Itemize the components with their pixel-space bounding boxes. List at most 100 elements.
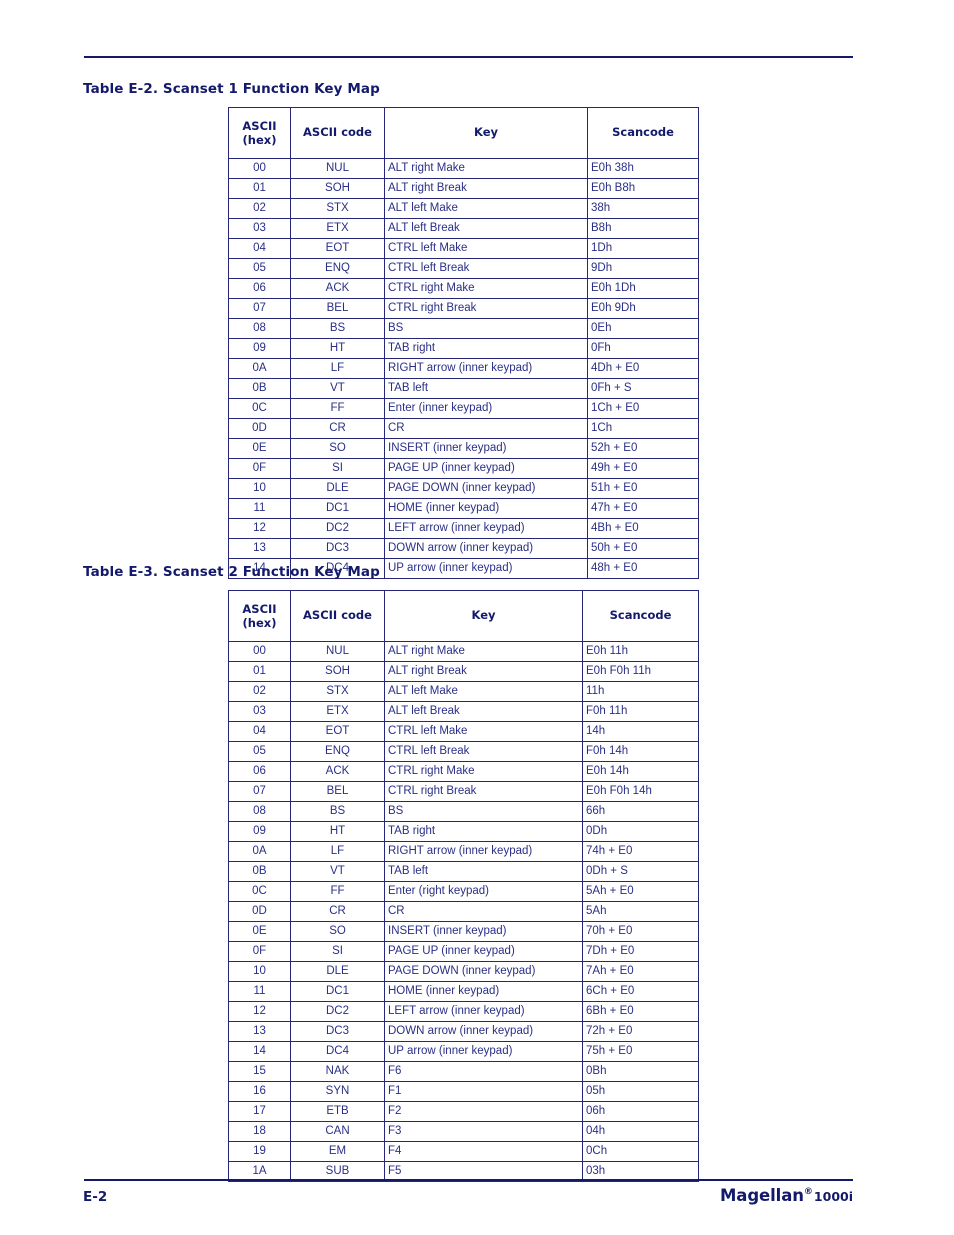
table-row: 03 ETX ALT left Break B8h: [228, 218, 699, 239]
cell-scancode: 0Fh: [587, 338, 699, 359]
column-header-ascii-hex-line2: (hex): [242, 616, 277, 630]
table-row: 0D CR CR 1Ch: [228, 418, 699, 439]
cell-ascii-code: BS: [290, 318, 385, 339]
table-row: 10 DLE PAGE DOWN (inner keypad) 7Ah + E0: [228, 961, 699, 982]
table-row: 0C FF Enter (inner keypad) 1Ch + E0: [228, 398, 699, 419]
cell-ascii-hex: 0F: [228, 941, 291, 962]
table-row: 18 CAN F3 04h: [228, 1121, 699, 1142]
cell-ascii-hex: 19: [228, 1141, 291, 1162]
cell-key: TAB left: [384, 378, 588, 399]
table-row: 12 DC2 LEFT arrow (inner keypad) 4Bh + E0: [228, 518, 699, 539]
table-row: 15 NAK F6 0Bh: [228, 1061, 699, 1082]
table-row: 06 ACK CTRL right Make E0h 14h: [228, 761, 699, 782]
cell-ascii-hex: 07: [228, 298, 291, 319]
cell-ascii-hex: 18: [228, 1121, 291, 1142]
cell-ascii-code: DC1: [290, 498, 385, 519]
cell-ascii-code: NAK: [290, 1061, 385, 1082]
cell-ascii-hex: 11: [228, 498, 291, 519]
cell-key: CTRL left Make: [384, 721, 583, 742]
table-header-row: ASCII (hex) ASCII code Key Scancode: [228, 590, 699, 642]
cell-ascii-code: DC2: [290, 1001, 385, 1022]
cell-scancode: 0Fh + S: [587, 378, 699, 399]
cell-ascii-hex: 06: [228, 278, 291, 299]
cell-ascii-hex: 0E: [228, 921, 291, 942]
table-row: 10 DLE PAGE DOWN (inner keypad) 51h + E0: [228, 478, 699, 499]
table-row: 06 ACK CTRL right Make E0h 1Dh: [228, 278, 699, 299]
cell-ascii-hex: 0D: [228, 418, 291, 439]
cell-ascii-hex: 17: [228, 1101, 291, 1122]
cell-key: ALT left Break: [384, 218, 588, 239]
cell-scancode: 51h + E0: [587, 478, 699, 499]
cell-scancode: 1Dh: [587, 238, 699, 259]
cell-ascii-hex: 0A: [228, 358, 291, 379]
table-e3-header: ASCII (hex) ASCII code Key Scancode: [228, 590, 699, 642]
cell-ascii-code: DLE: [290, 961, 385, 982]
table-e2-header: ASCII (hex) ASCII code Key Scancode: [228, 107, 699, 159]
cell-scancode: 9Dh: [587, 258, 699, 279]
page-number: E-2: [83, 1189, 108, 1205]
cell-scancode: 0Eh: [587, 318, 699, 339]
table-header-row: ASCII (hex) ASCII code Key Scancode: [228, 107, 699, 159]
cell-ascii-code: DC2: [290, 518, 385, 539]
cell-key: F6: [384, 1061, 583, 1082]
cell-ascii-hex: 05: [228, 741, 291, 762]
table-row: 03 ETX ALT left Break F0h 11h: [228, 701, 699, 722]
cell-ascii-code: NUL: [290, 641, 385, 662]
cell-ascii-hex: 10: [228, 478, 291, 499]
table-row: 09 HT TAB right 0Fh: [228, 338, 699, 359]
cell-ascii-code: SOH: [290, 661, 385, 682]
column-header-key: Key: [384, 107, 588, 159]
cell-key: INSERT (inner keypad): [384, 921, 583, 942]
cell-key: BS: [384, 801, 583, 822]
table-e2-body: 00 NUL ALT right Make E0h 38h 01 SOH ALT right…: [228, 158, 699, 579]
table-row: 13 DC3 DOWN arrow (inner keypad) 50h + E0: [228, 538, 699, 559]
cell-scancode: 1Ch: [587, 418, 699, 439]
cell-ascii-hex: 02: [228, 198, 291, 219]
table-row: 01 SOH ALT right Break E0h B8h: [228, 178, 699, 199]
table-row: 0E SO INSERT (inner keypad) 70h + E0: [228, 921, 699, 942]
cell-scancode: 04h: [582, 1121, 699, 1142]
cell-scancode: E0h 1Dh: [587, 278, 699, 299]
cell-ascii-hex: 14: [228, 1041, 291, 1062]
cell-ascii-hex: 00: [228, 158, 291, 179]
cell-key: DOWN arrow (inner keypad): [384, 538, 588, 559]
cell-ascii-hex: 02: [228, 681, 291, 702]
cell-ascii-hex: 16: [228, 1081, 291, 1102]
cell-ascii-hex: 08: [228, 801, 291, 822]
cell-key: ALT left Make: [384, 681, 583, 702]
cell-ascii-code: SI: [290, 941, 385, 962]
table-row: 11 DC1 HOME (inner keypad) 6Ch + E0: [228, 981, 699, 1002]
cell-scancode: E0h F0h 11h: [582, 661, 699, 682]
cell-key: RIGHT arrow (inner keypad): [384, 841, 583, 862]
cell-key: CTRL right Make: [384, 278, 588, 299]
cell-key: ALT left Break: [384, 701, 583, 722]
cell-key: F4: [384, 1141, 583, 1162]
cell-ascii-hex: 09: [228, 821, 291, 842]
table-row: 04 EOT CTRL left Make 14h: [228, 721, 699, 742]
cell-ascii-hex: 04: [228, 238, 291, 259]
column-header-ascii-hex: ASCII (hex): [228, 590, 291, 642]
header-divider: [84, 56, 853, 58]
product-name-footer: Magellan®1000i: [720, 1186, 853, 1205]
cell-key: RIGHT arrow (inner keypad): [384, 358, 588, 379]
document-page: Table E-2. Scanset 1 Function Key Map AS…: [0, 0, 954, 1235]
table-e3-body: 00 NUL ALT right Make E0h 11h 01 SOH ALT right…: [228, 641, 699, 1182]
cell-key: DOWN arrow (inner keypad): [384, 1021, 583, 1042]
cell-ascii-code: FF: [290, 398, 385, 419]
cell-ascii-code: EOT: [290, 721, 385, 742]
table-row: 04 EOT CTRL left Make 1Dh: [228, 238, 699, 259]
registered-trademark-icon: ®: [803, 1186, 813, 1197]
cell-scancode: 06h: [582, 1101, 699, 1122]
table-row: 00 NUL ALT right Make E0h 38h: [228, 158, 699, 179]
column-header-ascii-hex-line2: (hex): [242, 133, 277, 147]
table-e3-caption: Table E-3. Scanset 2 Function Key Map: [83, 564, 380, 580]
table-row: 0E SO INSERT (inner keypad) 52h + E0: [228, 438, 699, 459]
cell-ascii-code: ACK: [290, 278, 385, 299]
cell-ascii-code: STX: [290, 681, 385, 702]
table-row: 0F SI PAGE UP (inner keypad) 49h + E0: [228, 458, 699, 479]
column-header-scancode: Scancode: [587, 107, 699, 159]
cell-scancode: 0Ch: [582, 1141, 699, 1162]
cell-scancode: 1Ch + E0: [587, 398, 699, 419]
cell-ascii-hex: 01: [228, 661, 291, 682]
cell-ascii-hex: 03: [228, 701, 291, 722]
